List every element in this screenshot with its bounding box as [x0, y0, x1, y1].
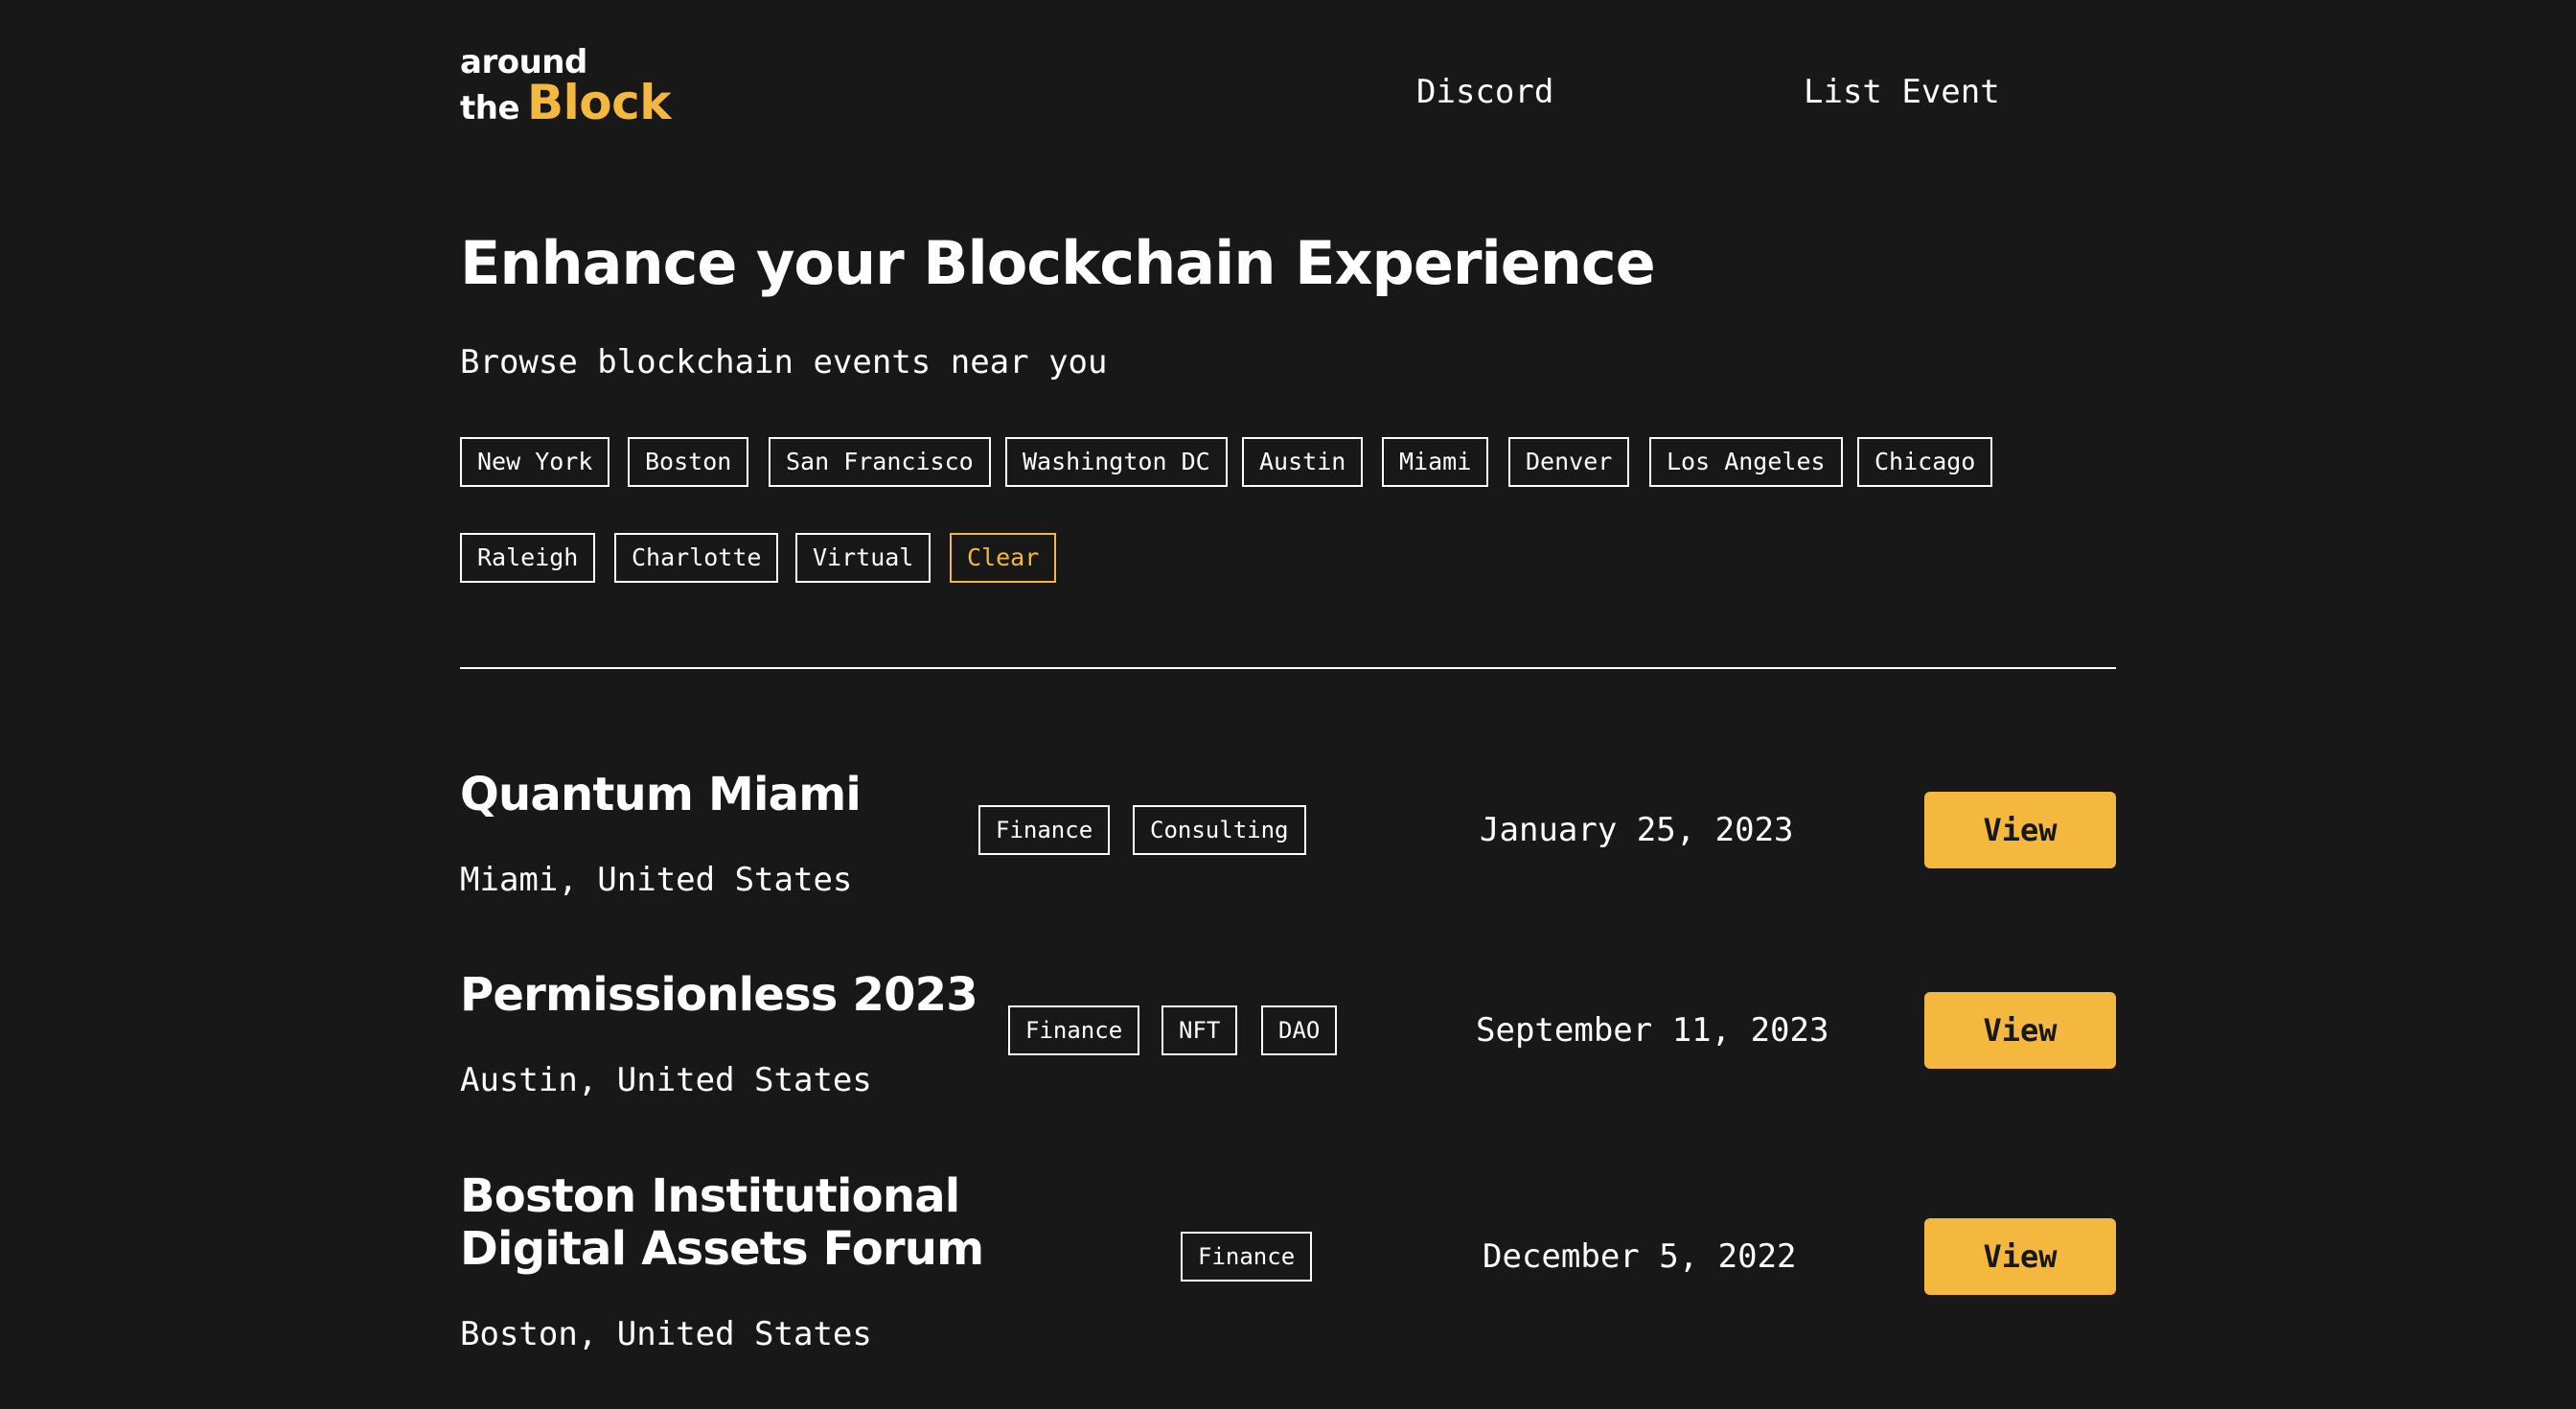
view-event-button[interactable]: View [1924, 992, 2116, 1069]
city-filter-denver[interactable]: Denver [1508, 437, 1630, 487]
city-filter-miami[interactable]: Miami [1382, 437, 1489, 487]
city-filter-chicago[interactable]: Chicago [1857, 437, 1993, 487]
event-location: Miami, United States [460, 861, 853, 899]
city-filter-virtual[interactable]: Virtual [795, 533, 932, 583]
event-title: Quantum Miami [460, 768, 862, 821]
city-filter-new-york[interactable]: New York [460, 437, 610, 487]
event-location: Boston, United States [460, 1315, 872, 1353]
event-date: December 5, 2022 [1483, 1237, 1797, 1276]
page-title: Enhance your Blockchain Experience [460, 228, 1656, 298]
city-filter-san-francisco[interactable]: San Francisco [769, 437, 991, 487]
logo-line-2: the Block [460, 75, 672, 130]
page-subtitle: Browse blockchain events near you [460, 343, 1108, 381]
event-tag: Finance [1008, 1005, 1140, 1055]
logo-word-block: Block [527, 75, 672, 130]
event-title: Permissionless 2023 [460, 968, 978, 1022]
event-date: September 11, 2023 [1476, 1011, 1829, 1050]
city-filter-raleigh[interactable]: Raleigh [460, 533, 596, 583]
event-title: Boston Institutional Digital Assets Foru… [460, 1169, 984, 1276]
city-filter-washington-dc[interactable]: Washington DC [1005, 437, 1228, 487]
city-filter-austin[interactable]: Austin [1242, 437, 1364, 487]
city-filter-los-angeles[interactable]: Los Angeles [1649, 437, 1843, 487]
city-filter-charlotte[interactable]: Charlotte [614, 533, 779, 583]
event-tag: DAO [1261, 1005, 1338, 1055]
site-logo[interactable]: around the Block [460, 43, 672, 130]
event-tag: Finance [978, 805, 1111, 855]
view-event-button[interactable]: View [1924, 792, 2116, 868]
logo-word-the: the [460, 89, 520, 127]
event-tag: NFT [1162, 1005, 1238, 1055]
event-tag: Consulting [1133, 805, 1306, 855]
nav-link-list-event[interactable]: List Event [1804, 73, 2000, 111]
logo-word-around: around [460, 43, 587, 81]
view-event-button[interactable]: View [1924, 1218, 2116, 1295]
clear-filters-button[interactable]: Clear [950, 533, 1057, 583]
event-tag: Finance [1181, 1232, 1313, 1282]
event-location: Austin, United States [460, 1061, 872, 1099]
city-filter-boston[interactable]: Boston [628, 437, 749, 487]
nav-link-discord[interactable]: Discord [1416, 73, 1553, 111]
event-date: January 25, 2023 [1480, 811, 1794, 849]
section-divider [460, 667, 2116, 669]
